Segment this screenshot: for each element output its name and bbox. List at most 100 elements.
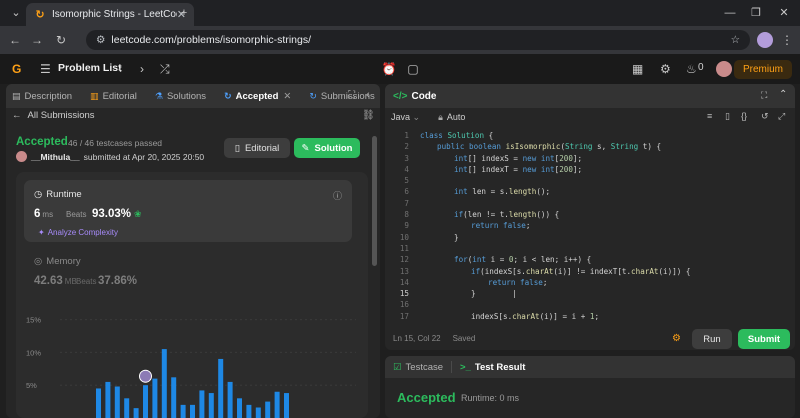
tab-testcase[interactable]: ☑ Testcase <box>393 362 443 373</box>
forward-icon[interactable]: → <box>28 31 46 49</box>
close-tab-icon[interactable]: ✕ <box>283 91 291 102</box>
auto-mode-toggle[interactable]: 🔒︎ Auto <box>438 112 465 123</box>
timer-icon[interactable]: ⏰ <box>380 60 398 78</box>
chart-bar[interactable] <box>284 393 289 418</box>
solution-button[interactable]: ✎ Solution <box>294 138 360 158</box>
format-icon[interactable]: ≡ <box>707 111 712 121</box>
browser-tab[interactable]: ↻ Isomorphic Strings - LeetCode ✕ <box>26 3 194 26</box>
tab-submissions[interactable]: ↻ Submissions <box>309 91 374 102</box>
chart-bar[interactable] <box>161 349 167 418</box>
tab-test-result[interactable]: >_ Test Result <box>460 362 525 373</box>
url-field[interactable]: ⚙ leetcode.com/problems/isomorphic-strin… <box>86 30 750 50</box>
profile-avatar[interactable] <box>757 32 773 48</box>
code-line[interactable]: 7 <box>385 198 795 209</box>
chart-bar[interactable] <box>124 398 130 418</box>
chart-bar[interactable] <box>237 398 242 418</box>
all-submissions-link[interactable]: ← All Submissions <box>12 110 95 121</box>
debugger-icon[interactable]: ⚙ <box>672 333 681 344</box>
code-line[interactable]: 5 <box>385 175 795 186</box>
restore-icon[interactable]: ❐ <box>744 4 768 22</box>
chart-bar[interactable] <box>171 377 177 418</box>
site-info-icon[interactable]: ⚙ <box>96 34 105 46</box>
chart-bar[interactable] <box>265 401 271 418</box>
run-button[interactable]: Run <box>692 329 732 349</box>
code-line[interactable]: 10} <box>385 232 795 243</box>
braces-icon[interactable]: {} <box>741 111 747 121</box>
reload-icon[interactable]: ↻ <box>52 31 70 49</box>
code-line[interactable]: 17 indexS[s.charAt(i)] = i + 1; <box>385 311 795 322</box>
bookmark-star-icon[interactable]: ☆ <box>731 34 740 46</box>
author-name[interactable]: __Mithula__ <box>31 152 80 162</box>
maximize-icon[interactable]: ⛶ <box>348 90 355 101</box>
close-window-icon[interactable]: ✕ <box>772 4 796 22</box>
chart-bar[interactable] <box>133 408 139 418</box>
back-icon[interactable]: ← <box>6 31 24 49</box>
leetcode-logo-icon[interactable]: G <box>12 60 21 78</box>
chart-bar[interactable] <box>274 391 280 418</box>
code-line[interactable]: 13 if(indexS[s.charAt(i)] != indexT[t.cha… <box>385 266 795 277</box>
author-avatar[interactable] <box>16 151 27 162</box>
runtime-box[interactable]: ◷ Runtime ⓘ 6 ms Beats 93.03% ❀ ✦ Analyze C… <box>24 180 352 242</box>
collapse-code-icon[interactable]: ⌃ <box>779 89 787 100</box>
settings-gear-icon[interactable]: ⚙ <box>660 60 671 78</box>
user-avatar[interactable] <box>716 61 732 77</box>
chart-bar[interactable] <box>199 390 205 418</box>
language-select[interactable]: Java ⌄ <box>391 112 420 123</box>
code-editor[interactable]: 1 class Solution {2 public boolean isIsomo… <box>385 130 795 322</box>
minimize-icon[interactable]: — <box>718 4 742 22</box>
editorial-button[interactable]: ▯ Editorial <box>224 138 290 158</box>
collapse-icon[interactable]: ‹ <box>366 89 370 101</box>
problem-list-link[interactable]: Problem List <box>58 62 122 74</box>
code-line[interactable]: 2 public boolean isIsomorphic(String s, S… <box>385 141 795 152</box>
memory-label[interactable]: ◎ Memory <box>34 256 81 267</box>
code-line[interactable]: 15} | <box>385 288 795 299</box>
info-icon[interactable]: ⓘ <box>333 189 342 202</box>
code-line[interactable]: 3 int[] indexS = new int[200]; <box>385 153 795 164</box>
premium-button[interactable]: Premium <box>733 60 792 79</box>
code-line[interactable]: 12 for(int i = 0; i < len; i++) { <box>385 254 795 265</box>
chart-bar[interactable] <box>114 386 120 418</box>
chart-bar[interactable] <box>218 358 224 418</box>
tab-description[interactable]: ▤ Description <box>12 91 72 102</box>
reset-icon[interactable]: ↺ <box>761 111 769 122</box>
code-line[interactable]: 1 class Solution { <box>385 130 795 141</box>
code-line[interactable]: 8 if(len != t.length()) { <box>385 209 795 220</box>
chart-bar[interactable] <box>105 381 111 418</box>
your-submission-avatar-marker[interactable] <box>139 369 152 383</box>
tab-solutions[interactable]: ⚗ Solutions <box>155 91 206 102</box>
tab-search-icon[interactable]: ⌄ <box>4 4 28 22</box>
submit-button[interactable]: Submit <box>738 329 790 349</box>
chart-bar[interactable] <box>246 404 252 418</box>
bookmark-icon[interactable]: ▯ <box>725 111 730 122</box>
share-link-icon[interactable]: ⛓ <box>362 110 375 121</box>
runtime-distribution-chart[interactable]: 15% 10% 5% <box>26 312 356 418</box>
chart-bar[interactable] <box>255 407 261 418</box>
chart-bar[interactable] <box>143 385 148 418</box>
chart-bar[interactable] <box>227 381 233 418</box>
browser-menu-icon[interactable]: ⋮ <box>778 31 796 49</box>
chart-bar[interactable] <box>152 378 158 418</box>
code-line[interactable]: 9 return false; <box>385 220 795 231</box>
code-line[interactable]: 4 int[] indexT = new int[200]; <box>385 164 795 175</box>
new-tab-icon[interactable]: + <box>172 4 196 22</box>
code-line[interactable]: 11 <box>385 243 795 254</box>
chart-bar[interactable] <box>208 393 214 418</box>
chart-bar[interactable] <box>180 404 186 418</box>
layout-icon[interactable]: ▦ <box>632 60 643 78</box>
problem-list-icon[interactable]: ☰ <box>40 60 51 78</box>
fullscreen-icon[interactable]: ⤢ <box>778 111 785 122</box>
maximize-code-icon[interactable]: ⛶ <box>761 90 767 101</box>
shuffle-icon[interactable]: ⤮ <box>160 60 170 78</box>
prev-problem-icon[interactable]: ‹ <box>118 60 122 78</box>
analyze-complexity-link[interactable]: ✦ Analyze Complexity <box>38 228 118 237</box>
left-panel-scrollbar[interactable] <box>372 136 377 266</box>
next-problem-icon[interactable]: › <box>140 60 144 78</box>
code-line[interactable]: 14 return false; <box>385 277 795 288</box>
tab-accepted[interactable]: ↻ Accepted ✕ <box>224 91 291 102</box>
chart-bar[interactable] <box>190 404 195 418</box>
tab-editorial[interactable]: ▥ Editorial <box>90 91 137 102</box>
code-line[interactable]: 6 int len = s.length(); <box>385 186 795 197</box>
chart-bar[interactable] <box>96 388 101 418</box>
notes-icon[interactable]: ▢ <box>404 60 422 78</box>
code-line[interactable]: 16 <box>385 299 795 310</box>
